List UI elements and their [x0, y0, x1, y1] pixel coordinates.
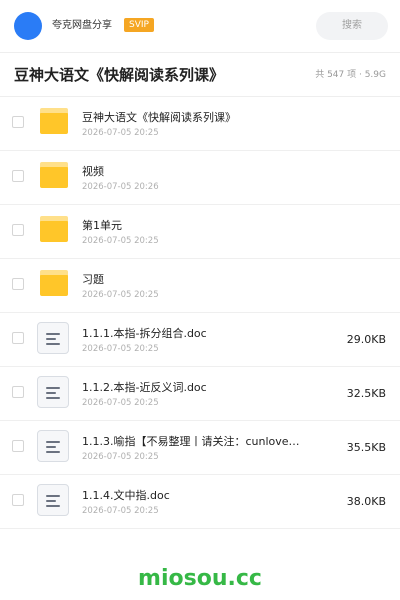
file-list: 豆神大语文《快解阅读系列课》 2026-07-05 20:25 视频 2026-… — [0, 97, 400, 529]
file-date: 2026-07-05 20:25 — [82, 236, 159, 246]
avatar[interactable] — [14, 12, 42, 40]
file-name: 习题 — [82, 273, 104, 286]
document-icon — [37, 484, 69, 516]
file-row[interactable]: 视频 2026-07-05 20:26 — [0, 151, 400, 205]
file-date: 2026-07-05 20:25 — [82, 398, 159, 408]
file-size: 38.0KB — [346, 495, 386, 508]
file-row[interactable]: 习题 2026-07-05 20:25 — [0, 259, 400, 313]
folder-icon — [40, 216, 68, 242]
file-size: 35.5KB — [346, 441, 386, 454]
file-date: 2026-07-05 20:26 — [82, 182, 159, 192]
file-date: 2026-07-05 20:25 — [82, 506, 159, 516]
folder-icon — [40, 108, 68, 134]
file-row[interactable]: 豆神大语文《快解阅读系列课》 2026-07-05 20:25 — [0, 97, 400, 151]
svip-badge: SVIP — [124, 18, 154, 32]
document-icon — [37, 322, 69, 354]
file-date: 2026-07-05 20:25 — [82, 290, 159, 300]
file-name: 1.1.3.喻指【不易整理丨请关注：cunlove… — [82, 435, 300, 448]
select-checkbox[interactable] — [12, 116, 24, 128]
select-checkbox[interactable] — [12, 170, 24, 182]
file-row[interactable]: 1.1.1.本指-拆分组合.doc 2026-07-05 20:25 29.0K… — [0, 313, 400, 367]
file-size: 32.5KB — [346, 387, 386, 400]
select-checkbox[interactable] — [12, 386, 24, 398]
folder-icon — [40, 270, 68, 296]
select-checkbox[interactable] — [12, 440, 24, 452]
select-checkbox[interactable] — [12, 278, 24, 290]
folder-icon — [40, 162, 68, 188]
item-summary: 共 547 项 · 5.9G — [315, 70, 386, 80]
file-date: 2026-07-05 20:25 — [82, 128, 159, 138]
watermark: miosou.cc — [138, 566, 262, 591]
title-bar: 豆神大语文《快解阅读系列课》 共 547 项 · 5.9G — [0, 52, 400, 97]
search-input[interactable]: 搜索 — [316, 12, 388, 40]
sharer-name: 夸克网盘分享 — [52, 20, 112, 31]
document-icon — [37, 430, 69, 462]
document-icon — [37, 376, 69, 408]
file-row[interactable]: 1.1.4.文中指.doc 2026-07-05 20:25 38.0KB — [0, 475, 400, 529]
select-checkbox[interactable] — [12, 494, 24, 506]
select-checkbox[interactable] — [12, 332, 24, 344]
file-row[interactable]: 第1单元 2026-07-05 20:25 — [0, 205, 400, 259]
file-name: 1.1.2.本指-近反义词.doc — [82, 381, 207, 394]
file-row[interactable]: 1.1.3.喻指【不易整理丨请关注：cunlove… 2026-07-05 20… — [0, 421, 400, 475]
file-name: 豆神大语文《快解阅读系列课》 — [82, 111, 236, 124]
select-checkbox[interactable] — [12, 224, 24, 236]
file-date: 2026-07-05 20:25 — [82, 452, 159, 462]
file-name: 1.1.1.本指-拆分组合.doc — [82, 327, 207, 340]
page-title: 豆神大语文《快解阅读系列课》 — [14, 66, 225, 84]
file-date: 2026-07-05 20:25 — [82, 344, 159, 354]
file-row[interactable]: 1.1.2.本指-近反义词.doc 2026-07-05 20:25 32.5K… — [0, 367, 400, 421]
file-size: 29.0KB — [346, 333, 386, 346]
header: 夸克网盘分享 SVIP 搜索 — [0, 0, 400, 53]
file-name: 1.1.4.文中指.doc — [82, 489, 170, 502]
file-name: 视频 — [82, 165, 104, 178]
file-name: 第1单元 — [82, 219, 122, 232]
